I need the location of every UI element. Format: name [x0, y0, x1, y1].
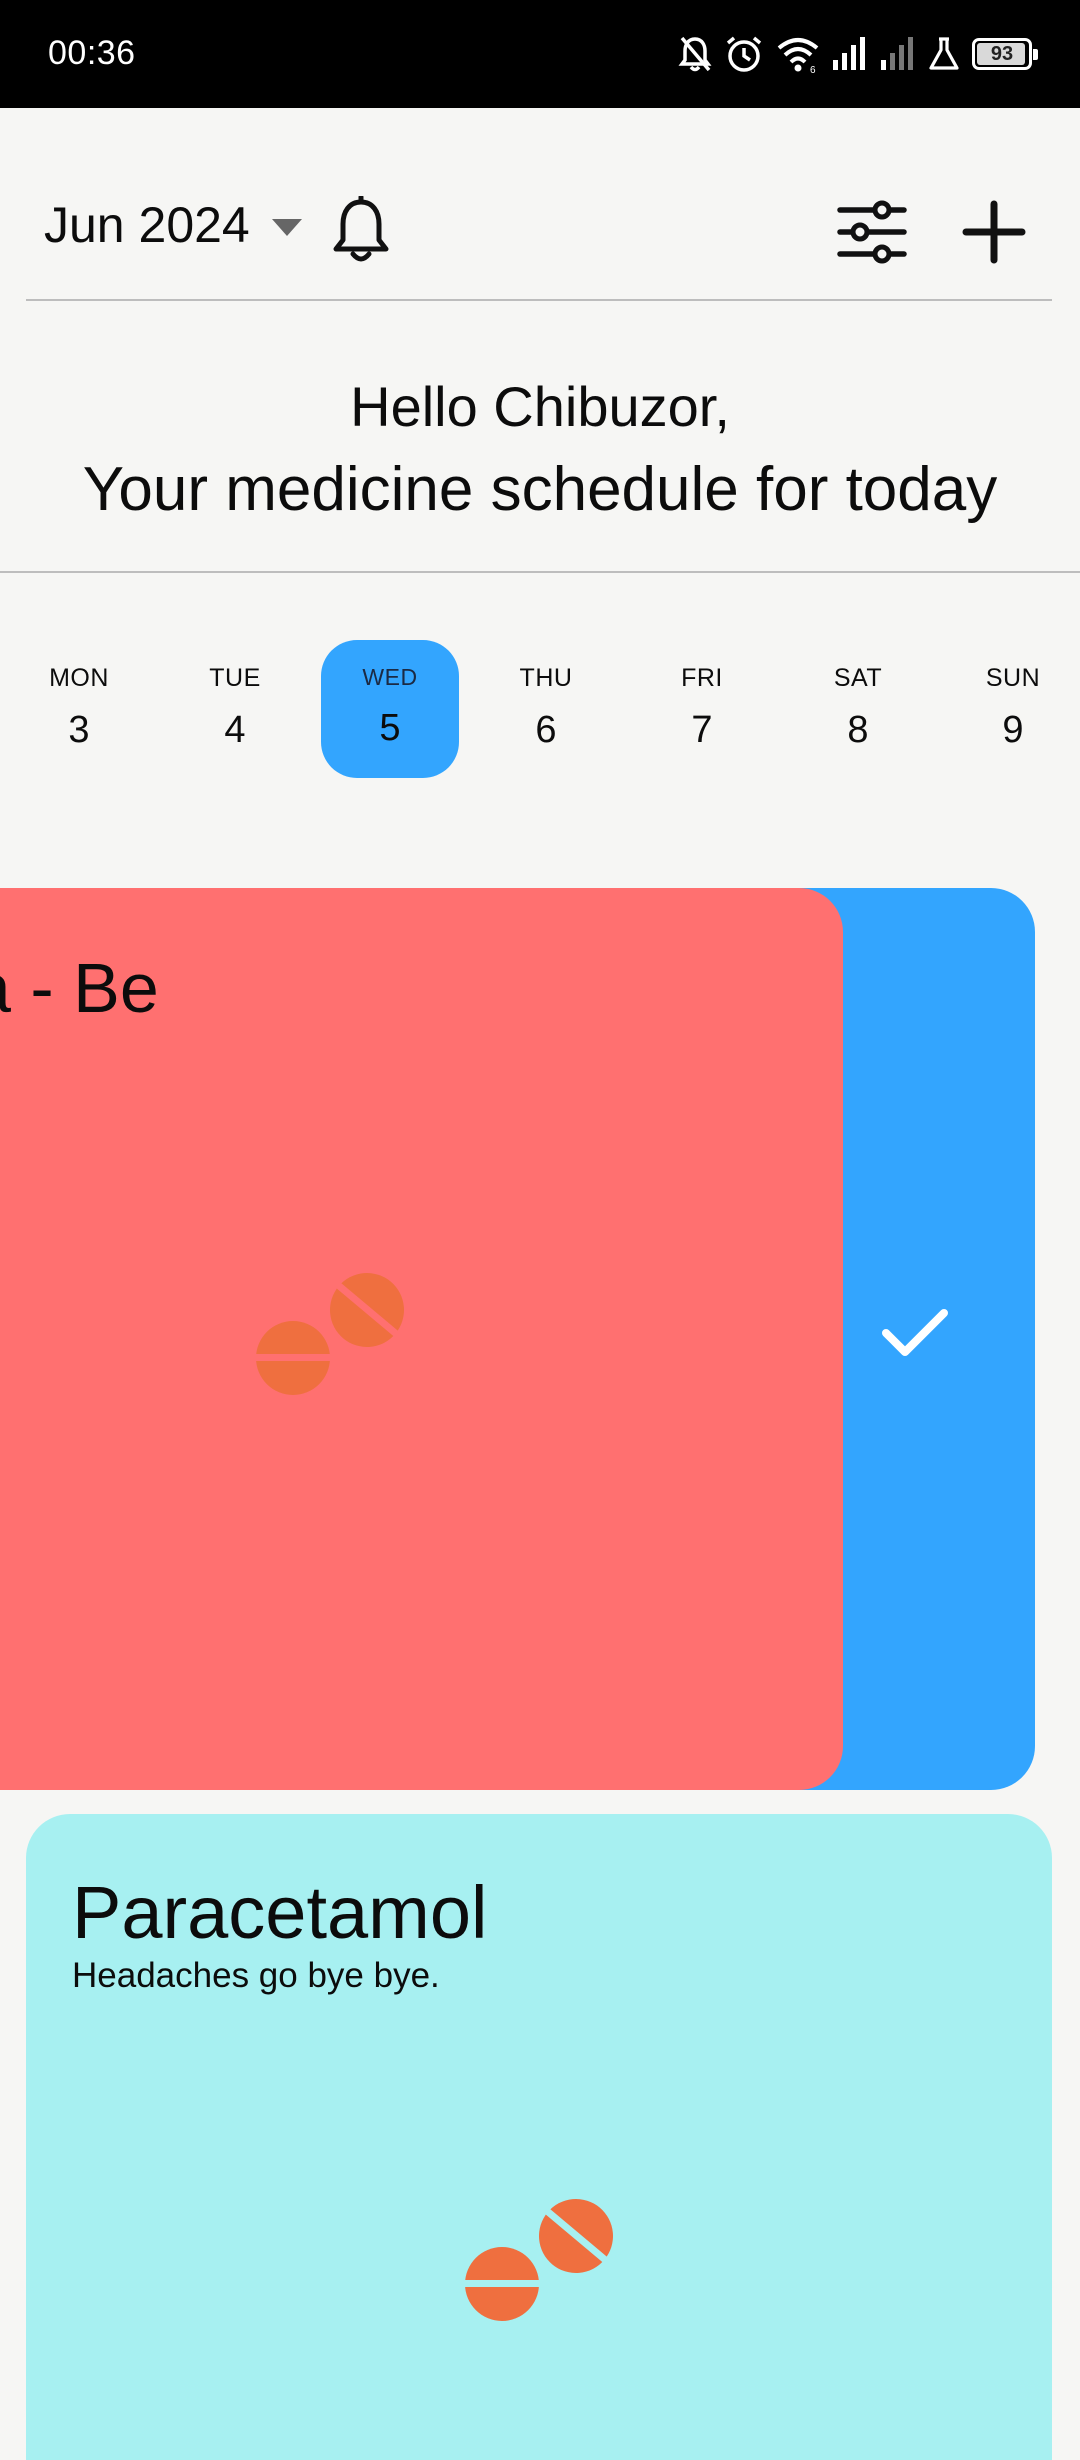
dropdown-caret-icon — [271, 218, 302, 236]
day-sun[interactable]: SUN 9 — [944, 640, 1080, 778]
header-divider — [26, 299, 1052, 301]
pills-icon — [255, 1273, 404, 1395]
screen: 00:36 6 93 Jun 2024 Hello Chibuzor, Your… — [0, 0, 1080, 2460]
day-wed[interactable]: WED 5 — [321, 640, 459, 778]
week-strip: MON 3 TUE 4 WED 5 THU 6 FRI 7 SAT 8 SUN … — [0, 640, 1080, 780]
battery-level: 93 — [990, 42, 1014, 65]
greeting: Hello Chibuzor, Your medicine schedule f… — [0, 372, 1080, 538]
day-fri[interactable]: FRI 7 — [633, 640, 771, 778]
bell-icon[interactable] — [330, 194, 392, 271]
day-name: SUN — [985, 664, 1041, 692]
medicine-card[interactable]: Paracetamol Headaches go bye bye. — [26, 1814, 1052, 2460]
add-button[interactable] — [962, 200, 1026, 269]
greeting-divider — [0, 571, 1080, 573]
check-icon — [882, 1309, 948, 1356]
day-name: MON — [49, 664, 109, 692]
day-number: 6 — [535, 709, 557, 751]
medicine-card-title: Paracetamol — [72, 1871, 488, 1954]
day-name: THU — [519, 664, 573, 692]
svg-text:6: 6 — [810, 65, 816, 74]
header: Jun 2024 — [0, 108, 1080, 301]
medicine-card-title-wrap: a - Be — [0, 888, 843, 1088]
month-label: Jun 2024 — [44, 197, 250, 253]
medicine-card-title: a - Be — [0, 949, 159, 1027]
notifications-off-icon — [678, 36, 712, 72]
add-icon — [962, 200, 1026, 264]
day-name: FRI — [681, 664, 723, 692]
day-number: 3 — [68, 709, 90, 751]
wifi-icon: 6 — [777, 38, 819, 74]
filter-icon — [837, 200, 907, 264]
day-tue[interactable]: TUE 4 — [166, 640, 304, 778]
day-number: 9 — [1002, 709, 1024, 751]
day-thu[interactable]: THU 6 — [477, 640, 615, 778]
day-number: 4 — [224, 709, 246, 751]
day-sat[interactable]: SAT 8 — [789, 640, 927, 778]
medicine-card-subtitle: Headaches go bye bye. — [72, 1956, 440, 1995]
day-number: 5 — [379, 707, 401, 749]
day-number: 8 — [847, 709, 869, 751]
filter-button[interactable] — [836, 200, 908, 269]
alarm-icon — [726, 36, 762, 72]
day-name: WED — [362, 664, 418, 690]
status-bar: 00:36 6 93 — [0, 0, 1080, 108]
battery-icon: 93 — [972, 38, 1038, 70]
lab-icon — [929, 37, 959, 70]
signal-icon — [833, 37, 865, 70]
status-icons: 6 93 — [678, 30, 1038, 78]
day-name: TUE — [209, 664, 261, 692]
signal-weak-icon — [881, 37, 913, 70]
greeting-subtitle: Your medicine schedule for today — [82, 455, 998, 524]
day-number: 7 — [691, 709, 713, 751]
pills-icon — [464, 2199, 613, 2321]
day-mon[interactable]: MON 3 — [10, 640, 148, 778]
greeting-title: Hello Chibuzor, — [350, 375, 730, 438]
month-selector[interactable]: Jun 2024 — [44, 196, 302, 254]
day-name: SAT — [833, 664, 883, 692]
status-time: 00:36 — [48, 34, 136, 72]
